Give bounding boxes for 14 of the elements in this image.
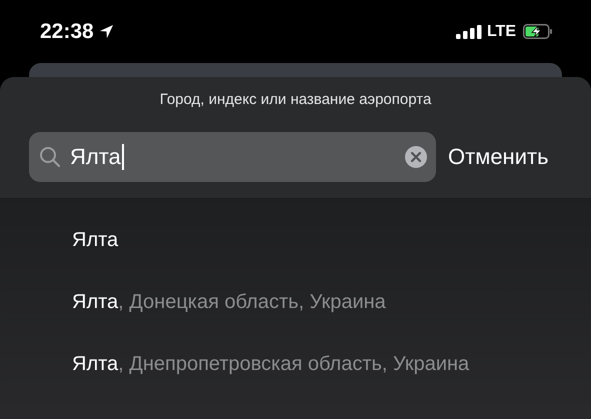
clock-time: 22:38 [40, 20, 94, 44]
search-field[interactable]: Ялта [29, 132, 436, 182]
search-result[interactable]: Ялта, Днепропетровская область, Украина [0, 343, 591, 405]
search-prompt: Город, индекс или название аэропорта [158, 91, 432, 108]
battery-charging-icon [523, 24, 553, 39]
network-type: LTE [486, 22, 516, 40]
text-cursor [122, 144, 124, 170]
search-result[interactable]: Ялта, Донецкая область, Украина [0, 281, 591, 343]
location-arrow-icon [98, 24, 114, 39]
clear-button[interactable] [405, 146, 427, 168]
cancel-button[interactable]: Отменить [448, 144, 549, 170]
signal-icon [456, 24, 482, 38]
search-result[interactable]: Ялта [0, 219, 591, 281]
search-icon [39, 146, 61, 168]
